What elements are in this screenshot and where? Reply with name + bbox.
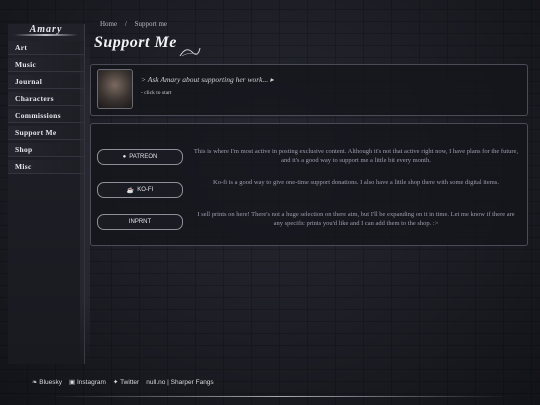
patreon-description: This is where I'm most active in posting… (193, 148, 519, 164)
inprnt-button[interactable]: INPRNT (97, 214, 183, 230)
dialog-box[interactable]: > Ask Amary about supporting her work...… (90, 64, 528, 116)
avatar (97, 69, 133, 109)
sidebar-item-art[interactable]: Art (8, 41, 84, 55)
sidebar-item-support-me[interactable]: Support Me (8, 126, 84, 140)
instagram-icon: ▣ (69, 379, 76, 386)
sidebar-item-music[interactable]: Music (8, 58, 84, 72)
sidebar-item-misc[interactable]: Misc (8, 160, 84, 174)
footer: ❧ Bluesky ▣ Instagram ✦ Twitter null.no … (32, 378, 214, 387)
kofi-label: KO-FI (137, 187, 154, 193)
dialog-hint: - click to start (141, 90, 172, 96)
patreon-icon: ● (122, 154, 127, 160)
support-row-inprnt: INPRNT I sell prints on here! There's no… (91, 208, 527, 234)
breadcrumb-home[interactable]: Home (100, 20, 117, 28)
footer-divider (50, 396, 510, 397)
breadcrumb-current: Support me (134, 20, 168, 28)
sidebar-item-shop[interactable]: Shop (8, 143, 84, 157)
logo-underline (14, 34, 78, 36)
support-row-patreon: ● PATREON This is where I'm most active … (91, 143, 527, 169)
kofi-description: Ko-fi is a good way to give one-time sup… (213, 179, 499, 186)
butterfly-icon: ❧ (32, 379, 38, 386)
page-title: Support Me (94, 34, 177, 51)
sidebar-nav: Art Music Journal Characters Commissions… (8, 41, 84, 177)
sidebar-item-commissions[interactable]: Commissions (8, 109, 84, 123)
patreon-button[interactable]: ● PATREON (97, 149, 183, 165)
twitter-icon: ✦ (112, 379, 119, 386)
support-row-kofi: ☕ KO-FI Ko-fi is a good way to give one-… (91, 176, 527, 202)
footer-link-bluesky[interactable]: ❧ Bluesky (32, 378, 62, 386)
dialog-prompt[interactable]: > Ask Amary about supporting her work...… (141, 75, 274, 84)
footer-credit[interactable]: null.no | Sharper Fangs (146, 379, 213, 386)
sidebar-item-characters[interactable]: Characters (8, 92, 84, 106)
support-list: ● PATREON This is where I'm most active … (90, 123, 528, 246)
patreon-label: PATREON (129, 154, 158, 160)
footer-link-twitter[interactable]: ✦ Twitter (113, 378, 139, 386)
title-flourish-icon (179, 47, 201, 57)
inprnt-label: INPRNT (128, 219, 152, 225)
inprnt-description: I sell prints on here! There's not a hug… (197, 211, 515, 227)
sidebar: Amary Art Music Journal Characters Commi… (8, 24, 90, 364)
breadcrumb-separator: / (124, 20, 127, 28)
footer-link-instagram[interactable]: ▣ Instagram (69, 378, 106, 386)
kofi-icon: ☕ (126, 187, 135, 194)
breadcrumb: Home / Support me (100, 20, 173, 28)
sidebar-item-journal[interactable]: Journal (8, 75, 84, 89)
sidebar-rail-decoration (80, 24, 90, 364)
kofi-button[interactable]: ☕ KO-FI (97, 182, 183, 198)
